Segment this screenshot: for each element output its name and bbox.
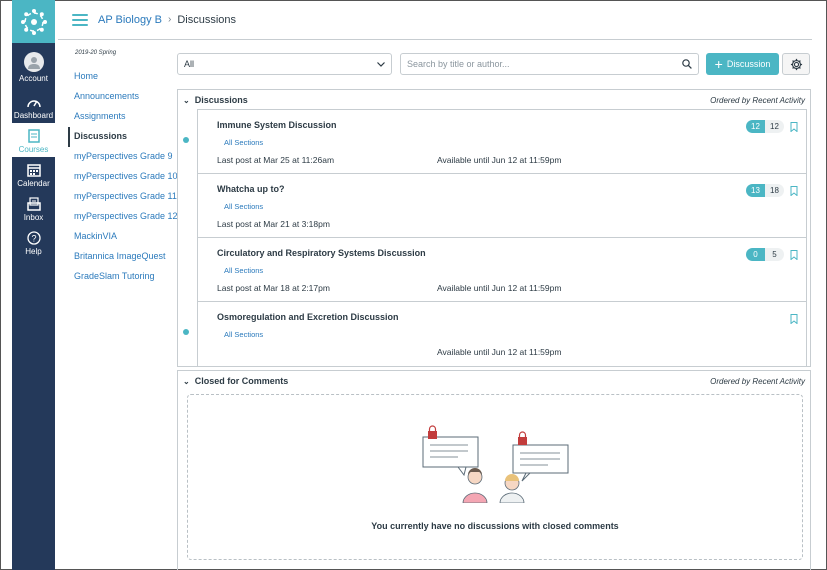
discussions-section-header[interactable]: ⌄ Discussions Ordered by Recent Activity [178,90,810,110]
page-header: AP Biology B › Discussions [58,0,812,40]
closed-section-title: Closed for Comments [194,376,289,386]
unread-count-badge: 12 [746,120,765,133]
canvas-logo[interactable] [12,0,55,43]
help-icon: ? [25,231,43,245]
course-nav-britannica[interactable]: Britannica ImageQuest [68,247,178,267]
nav-help[interactable]: ? Help [12,225,55,259]
closed-section-header[interactable]: ⌄ Closed for Comments Ordered by Recent A… [178,371,810,391]
breadcrumb: AP Biology B › Discussions [98,14,236,26]
dashboard-icon [25,95,43,109]
reply-count-badges: 13 18 [746,184,784,197]
collapse-chevron-icon[interactable]: ⌄ [183,377,190,386]
bookmark-icon[interactable] [790,186,798,196]
bookmark-icon[interactable] [790,314,798,324]
canvas-logo-icon [20,8,47,35]
reply-count-badges: 12 12 [746,120,784,133]
discussion-row[interactable]: Circulatory and Respiratory Systems Disc… [198,238,806,302]
discussion-row[interactable]: Osmoregulation and Excretion Discussion … [183,302,806,366]
nav-courses[interactable]: Courses [12,123,55,157]
discussion-last-post: Last post at Mar 25 at 11:26am [217,155,335,165]
search-icon[interactable] [682,59,692,69]
reply-count-badges: 0 5 [746,248,784,261]
course-nav-myperspectives-9[interactable]: myPerspectives Grade 9 [68,147,178,167]
course-nav: 2019-20 Spring Home Announcements Assign… [68,50,178,287]
discussion-available: Available until Jun 12 at 11:59pm [437,283,562,293]
discussion-sections: All Sections [224,138,264,147]
gear-icon [790,58,802,70]
discussion-title[interactable]: Immune System Discussion [217,120,337,130]
closed-section: ⌄ Closed for Comments Ordered by Recent A… [177,370,811,570]
courses-icon [25,129,43,143]
nav-inbox[interactable]: Inbox [12,191,55,225]
closed-empty-dropzone: You currently have no discussions with c… [187,394,803,560]
add-discussion-label: Discussion [726,59,771,69]
discussion-last-post: Last post at Mar 21 at 3:18pm [217,219,330,229]
course-nav-home[interactable]: Home [68,67,178,87]
discussion-last-post: Last post at Mar 18 at 2:17pm [217,283,330,293]
discussion-available: Available until Jun 12 at 11:59pm [437,347,562,357]
course-nav-myperspectives-11[interactable]: myPerspectives Grade 11 [68,187,178,207]
chevron-down-icon [377,61,385,67]
inbox-icon [25,197,43,211]
discussion-title[interactable]: Circulatory and Respiratory Systems Disc… [217,248,426,258]
collapse-chevron-icon[interactable]: ⌄ [183,96,190,105]
course-nav-myperspectives-12[interactable]: myPerspectives Grade 12 [68,207,178,227]
plus-icon: + [714,56,723,72]
breadcrumb-current: Discussions [177,13,237,26]
discussions-section: ⌄ Discussions Ordered by Recent Activity … [177,89,811,367]
add-discussion-button[interactable]: + Discussion [706,53,779,75]
total-count-badge: 18 [765,184,784,197]
bookmark-icon[interactable] [790,250,798,260]
settings-button[interactable] [782,53,810,75]
discussion-title[interactable]: Osmoregulation and Excretion Discussion [217,312,399,322]
course-nav-myperspectives-10[interactable]: myPerspectives Grade 10 [68,167,178,187]
closed-discussions-illustration-icon [422,425,569,503]
hamburger-menu-icon[interactable] [72,13,88,26]
filter-select[interactable]: All [177,53,392,75]
breadcrumb-course-link[interactable]: AP Biology B [98,14,162,26]
discussion-row[interactable]: Immune System Discussion All Sections La… [183,110,806,174]
bookmark-icon[interactable] [790,122,798,132]
discussion-sections: All Sections [224,202,264,211]
account-icon [23,52,44,72]
nav-help-label: Help [25,247,42,256]
course-nav-announcements[interactable]: Announcements [68,87,178,107]
discussion-available: Available until Jun 12 at 11:59pm [437,155,562,165]
discussion-row[interactable]: Whatcha up to? All Sections Last post at… [198,174,806,238]
discussion-list: Immune System Discussion All Sections La… [183,109,807,367]
svg-text:?: ? [31,234,36,244]
search-input[interactable] [407,59,682,69]
nav-calendar-label: Calendar [17,179,50,188]
discussions-section-title: Discussions [194,95,248,105]
total-count-badge: 5 [765,248,784,261]
total-count-badge: 12 [765,120,784,133]
course-nav-assignments[interactable]: Assignments [68,107,178,127]
nav-calendar[interactable]: Calendar [12,157,55,191]
closed-empty-message: You currently have no discussions with c… [371,521,619,531]
discussions-section-order: Ordered by Recent Activity [710,95,805,105]
global-nav: Account Dashboard Courses Calendar Inbox… [12,0,55,570]
discussion-sections: All Sections [224,266,264,275]
unread-dot-icon [183,137,189,143]
discussion-title[interactable]: Whatcha up to? [217,184,285,194]
calendar-icon [25,163,43,177]
unread-count-badge: 0 [746,248,765,261]
nav-inbox-label: Inbox [23,213,44,222]
course-nav-mackinvia[interactable]: MackinVIA [68,227,178,247]
breadcrumb-separator-icon: › [168,14,172,25]
course-nav-gradeslam[interactable]: GradeSlam Tutoring [68,267,178,287]
search-box [400,53,699,75]
filter-select-value: All [184,59,195,69]
course-nav-discussions[interactable]: Discussions [68,127,178,147]
course-term: 2019-20 Spring [75,50,117,56]
nav-courses-label: Courses [18,145,49,154]
closed-section-order: Ordered by Recent Activity [710,376,805,386]
nav-dashboard-label: Dashboard [13,111,54,120]
discussion-sections: All Sections [224,330,264,339]
nav-account[interactable]: Account [12,43,55,89]
unread-dot-icon [183,329,189,335]
nav-dashboard[interactable]: Dashboard [12,89,55,123]
unread-count-badge: 13 [746,184,765,197]
nav-account-label: Account [19,74,48,83]
